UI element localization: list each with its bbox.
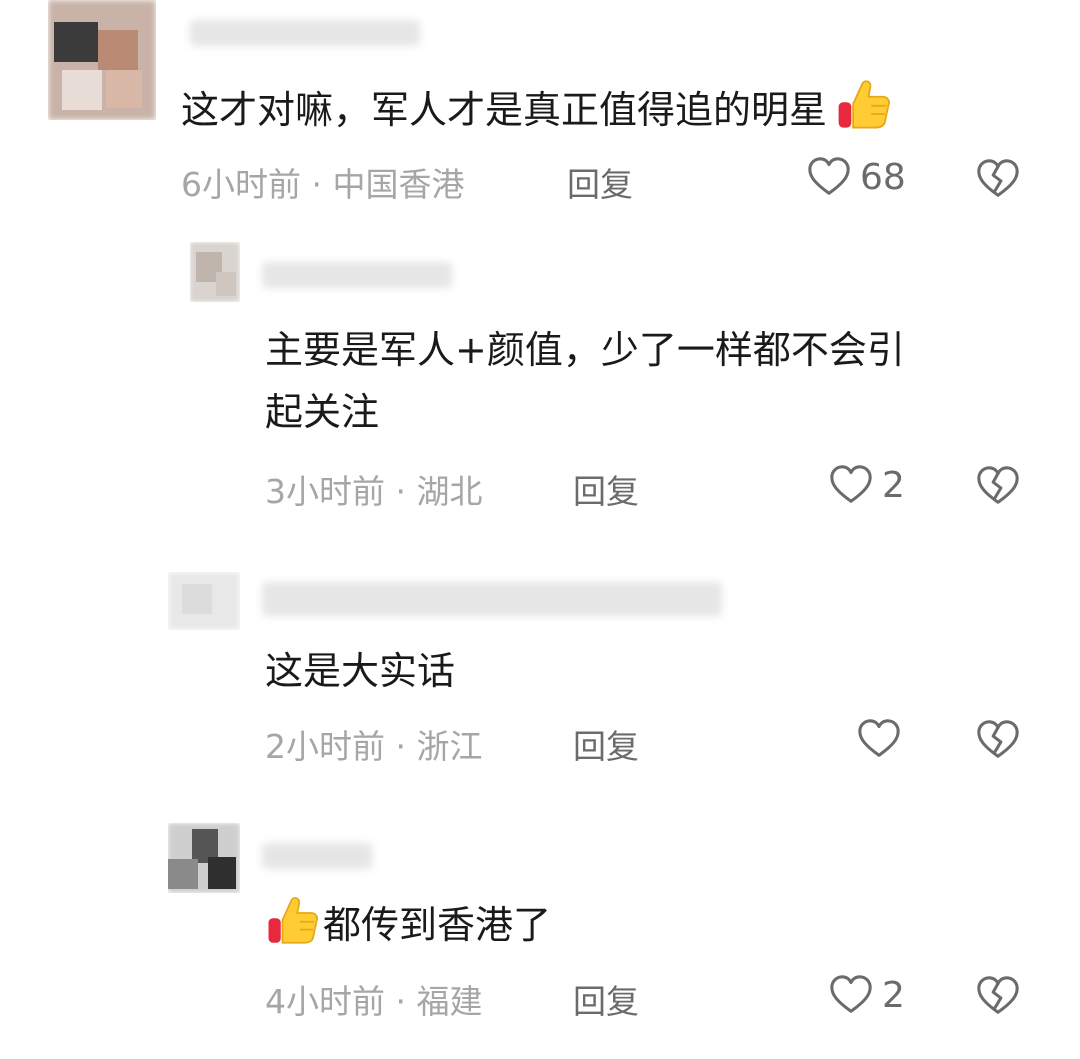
comment-item: 这才对嘛，军人才是真正值得追的明星 6小时前 · 中国香港 回复 68 [0,0,1080,215]
meta-separator: · [301,165,333,204]
comment-item: 都传到香港了 4小时前 · 福建 回复 2 [0,815,1080,1059]
reply-button[interactable]: 回复 [573,465,639,513]
avatar[interactable] [48,0,156,120]
comment-text: 都传到香港了 [265,892,551,956]
comment-text: 这是大实话 [265,649,456,693]
avatar[interactable] [190,242,240,302]
avatar[interactable] [168,572,240,630]
username-blurred[interactable] [262,843,372,869]
like-count: 2 [882,974,905,1016]
like-count: 68 [860,156,906,198]
comment-meta: 4小时前 · 福建 [265,975,482,1023]
broken-heart-icon[interactable] [975,973,1021,1019]
comment-time: 4小时前 [265,982,385,1021]
like-button[interactable]: 2 [828,972,905,1018]
broken-heart-icon[interactable] [975,717,1021,763]
heart-icon [828,462,874,508]
like-count: 2 [882,464,905,506]
comment-time: 6小时前 [181,165,301,204]
comment-meta: 3小时前 · 湖北 [265,465,482,513]
comment-text-line2: 起关注 [265,390,380,434]
broken-heart-icon[interactable] [975,463,1021,509]
meta-separator: · [385,982,417,1021]
heart-icon [806,154,852,200]
reply-button[interactable]: 回复 [573,975,639,1023]
heart-icon [856,716,902,762]
avatar[interactable] [168,823,240,893]
username-blurred[interactable] [190,20,420,46]
like-button[interactable] [856,716,910,762]
comment-meta: 2小时前 · 浙江 [265,720,482,768]
like-button[interactable]: 2 [828,462,905,508]
comment-location: 湖北 [416,472,483,511]
comment-meta: 6小时前 · 中国香港 [181,158,464,206]
meta-separator: · [385,472,417,511]
comment-item: 主要是军人+颜值，少了一样都不会引 起关注 3小时前 · 湖北 回复 2 [0,230,1080,530]
comment-location: 浙江 [416,727,483,766]
meta-separator: · [385,727,417,766]
comment-time: 2小时前 [265,727,385,766]
comment-location: 福建 [416,982,483,1021]
reply-button[interactable]: 回复 [573,720,639,768]
comment-item: 这是大实话 2小时前 · 浙江 回复 [0,560,1080,780]
thumbs-up-icon [835,75,893,133]
username-blurred[interactable] [262,262,452,288]
comment-time: 3小时前 [265,472,385,511]
broken-heart-icon[interactable] [975,156,1021,202]
comment-text: 这才对嘛，军人才是真正值得追的明星 [181,75,893,141]
thumbs-up-icon [265,892,321,948]
username-blurred[interactable] [262,582,722,616]
reply-button[interactable]: 回复 [567,158,633,206]
comment-location: 中国香港 [332,165,465,204]
heart-icon [828,972,874,1018]
like-button[interactable]: 68 [806,154,906,200]
comment-text-line1: 主要是军人+颜值，少了一样都不会引 [265,328,905,372]
